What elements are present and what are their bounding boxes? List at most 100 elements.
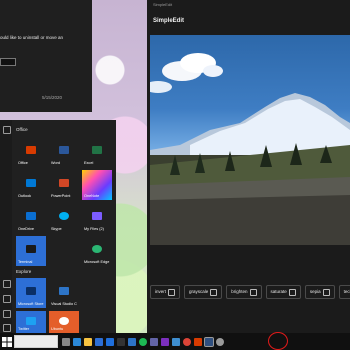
filter-chip[interactable]: saturate (265, 285, 301, 299)
tile-label: Office (18, 161, 28, 165)
edge-icon[interactable] (73, 337, 81, 346)
tile-group-label: Office (16, 127, 28, 132)
tile-store[interactable]: Microsoft Store (16, 278, 46, 308)
files-icon (92, 212, 102, 220)
start-rail (0, 120, 12, 333)
tile-terminal[interactable]: Terminal (16, 236, 46, 266)
tile-edge[interactable]: Microsoft Edge (82, 236, 112, 266)
ubuntu-icon (59, 317, 69, 325)
store-icon (26, 287, 36, 295)
tile-onenote[interactable]: OneNote (82, 170, 112, 200)
spotify-icon[interactable] (139, 337, 147, 346)
tile-powerpoint[interactable]: PowerPoint (49, 170, 79, 200)
notification-panel: ould like to uninstall or move an 5/15/2… (0, 0, 92, 112)
filter-icon (210, 288, 218, 296)
office-icon (26, 146, 36, 154)
tile-vscode[interactable]: Visual Studio Code (49, 278, 79, 308)
notification-message: ould like to uninstall or move an (0, 35, 64, 40)
filter-chip[interactable]: technicolor (338, 285, 350, 299)
photo-preview (150, 35, 350, 245)
tile-label: PowerPoint (51, 194, 71, 198)
tile-word[interactable]: Word (49, 137, 79, 167)
taskbar (0, 333, 350, 350)
taskbar-icons (62, 336, 224, 347)
teams-icon[interactable] (150, 337, 158, 346)
tile-label: Microsoft Edge (84, 260, 110, 264)
filter-label: grayscale (189, 289, 209, 294)
power-icon[interactable] (3, 324, 11, 332)
start-menu: Office Explore Office Word Excel Outlook… (0, 120, 116, 333)
tile-onedrive[interactable]: OneDrive (16, 203, 46, 233)
hamburger-icon[interactable] (3, 126, 11, 134)
word-icon (59, 146, 69, 154)
tile-ubuntu[interactable]: Ubuntu (49, 311, 79, 333)
filter-label: brighten (231, 289, 248, 294)
taskbar-search-box[interactable] (14, 335, 58, 348)
mail-icon[interactable] (106, 337, 114, 346)
notification-control[interactable] (0, 58, 16, 66)
filter-icon (249, 288, 257, 296)
settings-icon[interactable] (3, 310, 11, 318)
mountain-photo (150, 53, 350, 245)
tile-outlook[interactable]: Outlook (16, 170, 46, 200)
filter-chip[interactable]: grayscale (184, 285, 223, 299)
file-explorer-icon[interactable] (84, 337, 92, 346)
skype-icon (59, 212, 69, 220)
tile-label: OneDrive (18, 227, 35, 231)
tile-label: Terminal (18, 260, 33, 264)
filter-icon (322, 288, 330, 296)
store-icon[interactable] (95, 337, 103, 346)
window-titlebar[interactable]: SimpleEdit (147, 0, 350, 10)
tile-twitter[interactable]: Twitter (16, 311, 46, 333)
twitter-icon (26, 317, 36, 325)
tile-label: Microsoft Store (18, 302, 44, 306)
filter-chip[interactable]: sepia (304, 285, 335, 299)
tile-label: My Files (2) (84, 227, 104, 231)
tile-label: Visual Studio Code (51, 302, 77, 306)
powerpoint-icon (59, 179, 69, 187)
onedrive-icon (26, 212, 36, 220)
outlook-icon (26, 179, 36, 187)
tile-group-label: Explore (16, 269, 32, 274)
documents-icon[interactable] (3, 295, 11, 303)
settings-icon[interactable] (216, 337, 224, 346)
tile-skype[interactable]: Skype (49, 203, 79, 233)
excel-icon (92, 146, 102, 154)
terminal-icon (26, 245, 36, 253)
filter-icon (168, 288, 176, 296)
vscode-icon (59, 287, 69, 295)
task-view-icon[interactable] (62, 337, 70, 346)
simpleedit-window: SimpleEdit SimpleEdit invert grayscale b… (147, 0, 350, 333)
chrome-icon[interactable] (183, 337, 191, 346)
photos-icon[interactable] (172, 337, 180, 346)
vscode-icon[interactable] (128, 337, 136, 346)
windows-logo-icon (2, 336, 12, 347)
user-icon[interactable] (3, 280, 11, 288)
tile-label: Twitter (18, 327, 30, 331)
tile-label: Skype (51, 227, 62, 231)
simpleedit-icon[interactable] (204, 336, 214, 347)
office-icon[interactable] (194, 337, 202, 346)
tile-office[interactable]: Office (16, 137, 46, 167)
filter-label: sepia (309, 289, 321, 294)
terminal-icon[interactable] (117, 337, 125, 346)
tile-my-files[interactable]: My Files (2) (82, 203, 112, 233)
onenote-icon[interactable] (161, 337, 169, 346)
start-button[interactable] (0, 333, 14, 350)
filter-label: saturate (270, 289, 287, 294)
filter-bar: invert grayscale brighten saturate sepia… (150, 285, 350, 301)
filter-chip[interactable]: brighten (226, 285, 262, 299)
tile-label: OneNote (84, 194, 100, 198)
tile-excel[interactable]: Excel (82, 137, 112, 167)
filter-label: technicolor (343, 289, 350, 294)
filter-label: invert (155, 289, 167, 294)
taskbar-highlight-circle (268, 332, 288, 350)
tile-label: Ubuntu (51, 327, 64, 331)
app-title: SimpleEdit (153, 18, 185, 24)
tile-label: Word (51, 161, 61, 165)
edge-icon (92, 245, 102, 253)
tile-label: Outlook (18, 194, 32, 198)
filter-chip[interactable]: invert (150, 285, 181, 299)
tile-label: Excel (84, 161, 94, 165)
notification-date: 5/15/2020 (42, 95, 63, 100)
